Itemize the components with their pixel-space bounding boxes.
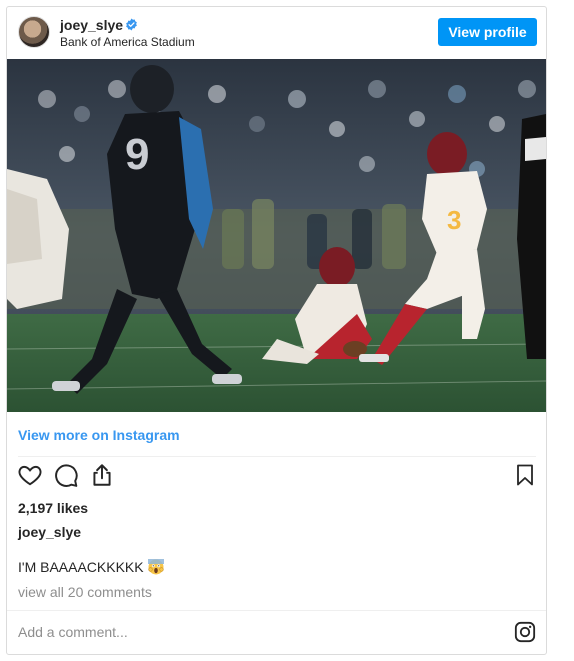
location[interactable]: Bank of America Stadium — [60, 35, 195, 49]
post-photo[interactable]: 9 3 — [7, 59, 546, 412]
view-all-comments-link[interactable]: view all 20 comments — [18, 584, 152, 600]
svg-text:9: 9 — [125, 130, 149, 179]
instagram-icon[interactable] — [514, 621, 536, 643]
post-header: joey_slye Bank of America Stadium View p… — [7, 7, 546, 59]
scream-emoji-icon — [147, 559, 164, 575]
divider — [7, 610, 546, 611]
divider — [18, 456, 536, 457]
caption: I'M BAAAACKKKKK — [18, 559, 164, 575]
avatar[interactable] — [18, 16, 50, 48]
svg-text:3: 3 — [447, 205, 461, 235]
likes-count[interactable]: 2,197 likes — [18, 500, 88, 516]
action-bar — [7, 462, 546, 496]
username[interactable]: joey_slye — [60, 17, 123, 33]
comment-icon[interactable] — [53, 462, 79, 488]
caption-username[interactable]: joey_slye — [18, 524, 81, 540]
view-more-on-instagram-link[interactable]: View more on Instagram — [18, 427, 180, 443]
heart-icon[interactable] — [17, 462, 43, 488]
caption-text: I'M BAAAACKKKKK — [18, 559, 144, 575]
add-comment-input[interactable] — [18, 619, 488, 645]
instagram-embed-card: joey_slye Bank of America Stadium View p… — [6, 6, 547, 655]
verified-badge-icon — [126, 18, 137, 31]
share-icon[interactable] — [89, 462, 115, 488]
football-field-goal-photo: 9 3 — [7, 59, 546, 412]
view-profile-button[interactable]: View profile — [438, 18, 537, 46]
bookmark-icon[interactable] — [513, 462, 537, 488]
